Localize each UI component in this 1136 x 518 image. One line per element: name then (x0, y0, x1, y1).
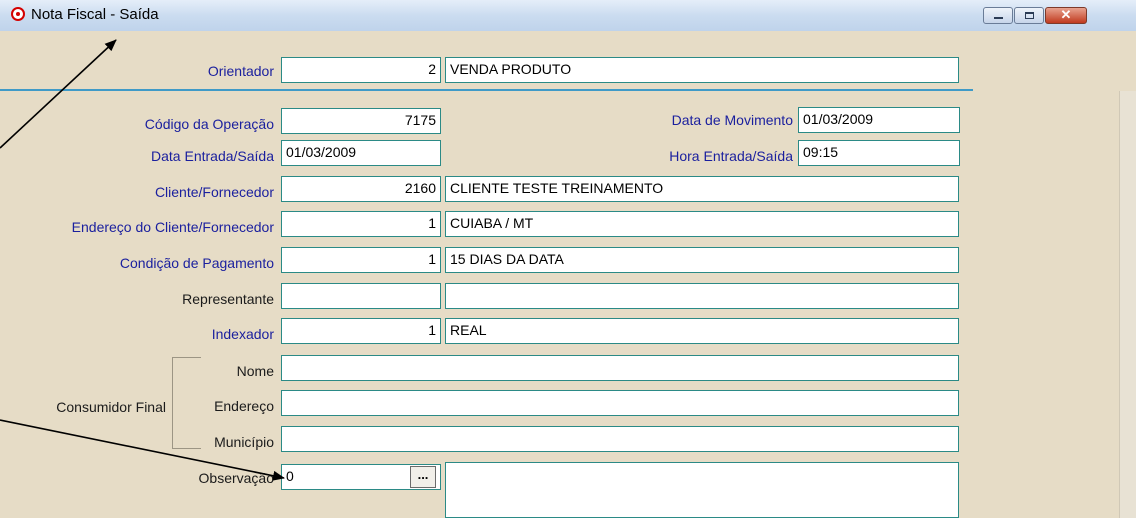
close-icon: ✕ (1060, 7, 1072, 22)
cliente-fornecedor-code-field[interactable]: 2160 (281, 176, 441, 202)
header-divider (0, 89, 1136, 91)
title-bar[interactable]: Nota Fiscal - Saída ✕ (0, 0, 1136, 32)
minimize-button[interactable] (983, 7, 1013, 24)
indexador-code-field[interactable]: 1 (281, 318, 441, 344)
endereco-cliente-desc-field[interactable]: CUIABA / MT (445, 211, 959, 237)
municipio-field[interactable] (281, 426, 959, 452)
codigo-operacao-field[interactable]: 7175 (281, 108, 441, 134)
codigo-operacao-label: Código da Operação (144, 116, 274, 132)
representante-code-field[interactable] (281, 283, 441, 309)
representante-desc-field[interactable] (445, 283, 959, 309)
consumidor-final-label: Consumidor Final (56, 399, 166, 415)
indexador-label: Indexador (211, 326, 274, 342)
orientador-label: Orientador (207, 63, 274, 79)
endereco-cliente-label: Endereço do Cliente/Fornecedor (71, 219, 274, 235)
condicao-pagamento-code-field[interactable]: 1 (281, 247, 441, 273)
nome-field[interactable] (281, 355, 959, 381)
representante-label: Representante (182, 291, 274, 307)
nota-fiscal-window: Nota Fiscal - Saída ✕ Orientador 2 VENDA… (0, 0, 1136, 518)
hora-entrada-saida-field[interactable]: 09:15 (798, 140, 960, 166)
maximize-icon (1025, 12, 1034, 19)
ellipsis-icon: ... (417, 467, 429, 482)
data-movimento-label: Data de Movimento (671, 112, 793, 128)
endereco-cliente-code-field[interactable]: 1 (281, 211, 441, 237)
data-movimento-field[interactable]: 01/03/2009 (798, 107, 960, 133)
municipio-label: Município (214, 434, 274, 450)
close-button[interactable]: ✕ (1045, 7, 1087, 24)
vertical-scrollbar[interactable] (1119, 91, 1136, 518)
app-icon[interactable] (11, 7, 25, 21)
indexador-desc-field[interactable]: REAL (445, 318, 959, 344)
maximize-button[interactable] (1014, 7, 1044, 24)
right-panel (973, 31, 1136, 518)
condicao-pagamento-desc-field[interactable]: 15 DIAS DA DATA (445, 247, 959, 273)
cliente-fornecedor-desc-field[interactable]: CLIENTE TESTE TREINAMENTO (445, 176, 959, 202)
condicao-pagamento-label: Condição de Pagamento (119, 255, 274, 271)
orientador-code-field[interactable]: 2 (281, 57, 441, 83)
data-entrada-saida-field[interactable]: 01/03/2009 (281, 140, 441, 166)
orientador-desc-field[interactable]: VENDA PRODUTO (445, 57, 959, 83)
observacao-text-area[interactable] (445, 462, 959, 518)
minimize-icon (994, 17, 1003, 19)
window-title: Nota Fiscal - Saída (31, 6, 159, 23)
data-entrada-saida-label: Data Entrada/Saída (151, 148, 274, 164)
observacao-lookup-button[interactable]: ... (410, 466, 436, 488)
cliente-fornecedor-label: Cliente/Fornecedor (154, 184, 274, 200)
nome-label: Nome (236, 363, 274, 379)
hora-entrada-saida-label: Hora Entrada/Saída (669, 148, 793, 164)
endereco-field[interactable] (281, 390, 959, 416)
observacao-label: Observação (198, 470, 274, 486)
endereco-label: Endereço (214, 398, 274, 414)
